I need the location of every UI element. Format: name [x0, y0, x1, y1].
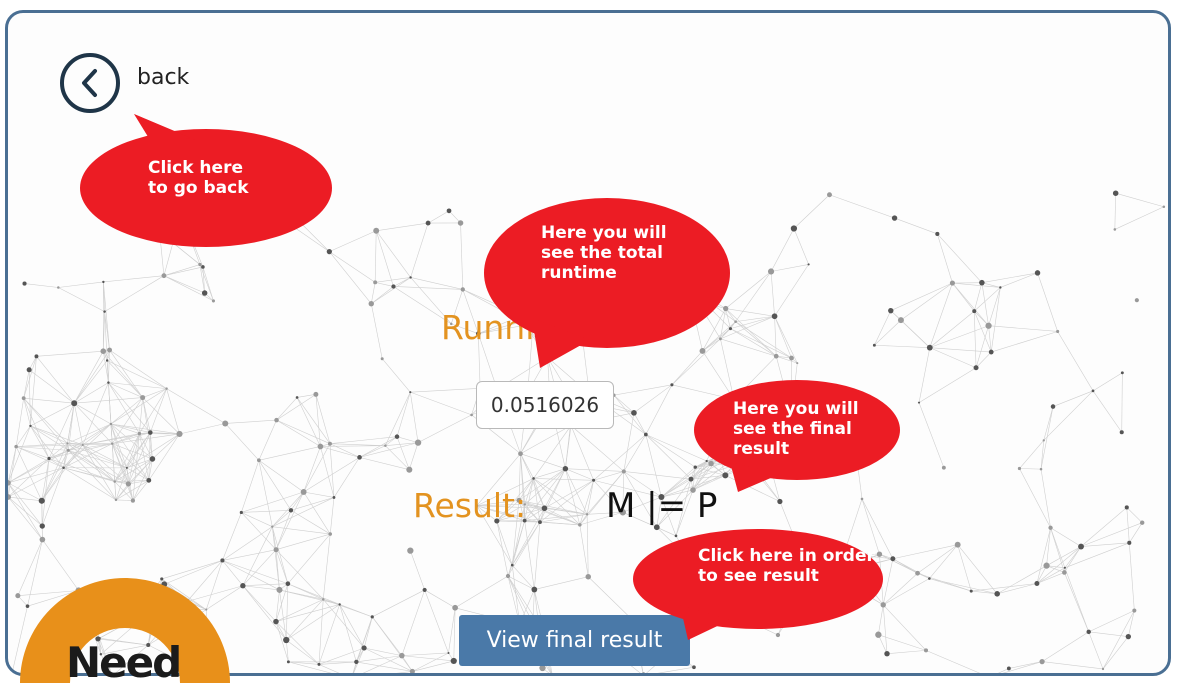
chevron-left-icon — [82, 69, 97, 97]
view-final-result-button[interactable]: View final result — [459, 615, 690, 666]
result-value: M |= P — [606, 486, 718, 526]
back-button[interactable] — [60, 53, 120, 113]
runtime-field: 0.0516026 — [476, 381, 614, 429]
logo-text: Need — [66, 638, 182, 683]
view-final-result-label: View final result — [486, 628, 663, 653]
result-label: Result: — [413, 486, 527, 525]
runtime-value: 0.0516026 — [490, 393, 600, 417]
runtime-heading: Runni — [441, 308, 535, 347]
back-link[interactable]: back — [137, 65, 189, 90]
logo: Need — [0, 565, 240, 683]
